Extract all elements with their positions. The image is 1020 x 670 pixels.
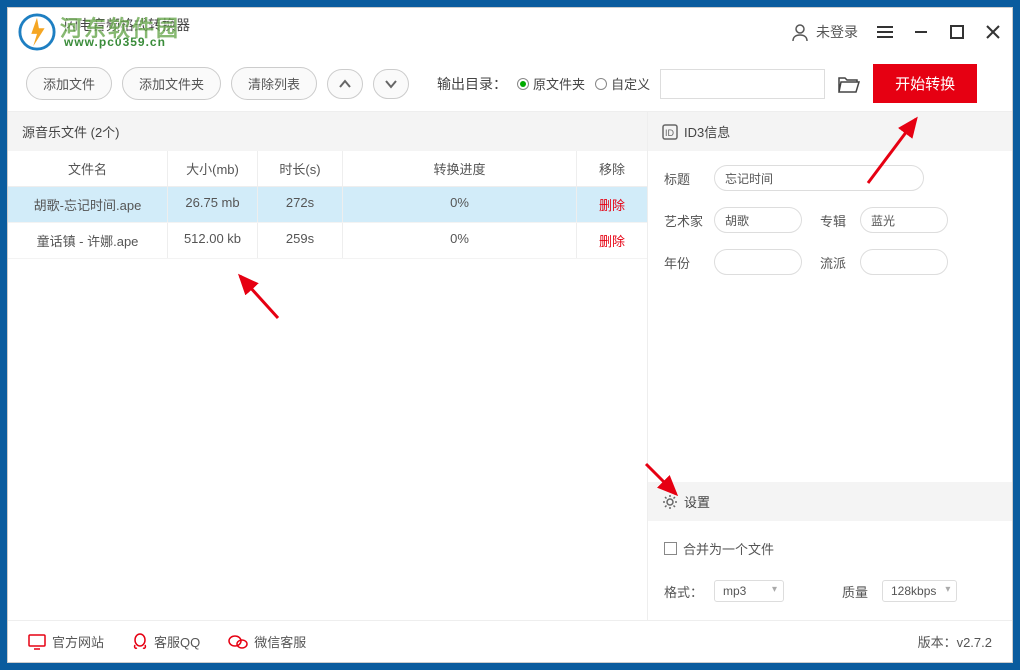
login-button[interactable]: 未登录	[790, 22, 858, 42]
table-header: 文件名 大小(mb) 时长(s) 转换进度 移除	[8, 151, 647, 187]
quality-select[interactable]: 128kbps	[882, 580, 957, 602]
col-progress: 转换进度	[343, 151, 577, 186]
wechat-link[interactable]: 微信客服	[228, 632, 306, 651]
col-size: 大小(mb)	[168, 151, 258, 186]
svg-text:ID: ID	[665, 128, 675, 138]
login-label: 未登录	[816, 22, 858, 42]
checkbox-icon	[664, 542, 677, 555]
quality-label: 质量	[842, 582, 874, 601]
cell-progress: 0%	[343, 187, 577, 222]
delete-button[interactable]: 删除	[577, 187, 647, 222]
format-label: 格式：	[664, 582, 706, 601]
table-row[interactable]: 童话镇 - 许娜.ape 512.00 kb 259s 0% 删除	[8, 223, 647, 259]
artist-label: 艺术家	[664, 211, 706, 230]
browse-folder-button[interactable]	[835, 70, 863, 98]
chevron-up-icon	[338, 79, 352, 89]
close-icon	[986, 25, 1000, 39]
radio-icon	[517, 78, 529, 90]
title-bar: 河东软件园 闪电音频格式转换器 www.pc0359.cn 未登录	[8, 8, 1012, 56]
radio-icon	[595, 78, 607, 90]
qq-icon	[132, 633, 148, 651]
id3-section-header: ID ID3信息	[648, 112, 1012, 151]
minimize-button[interactable]	[912, 23, 930, 41]
minimize-icon	[914, 25, 928, 39]
right-pane: ID ID3信息 标题 艺术家 专辑 年份 流派	[648, 112, 1012, 620]
main-content: 源音乐文件 (2个) 文件名 大小(mb) 时长(s) 转换进度 移除 胡歌-忘…	[8, 112, 1012, 620]
col-dur: 时长(s)	[258, 151, 343, 186]
wechat-icon	[228, 634, 248, 650]
title-input[interactable]	[714, 165, 924, 191]
settings-section-header: 设置	[648, 482, 1012, 521]
cell-size: 26.75 mb	[168, 187, 258, 222]
move-down-button[interactable]	[373, 69, 409, 99]
album-label: 专辑	[820, 211, 852, 230]
version-label: 版本：v2.7.2	[918, 632, 992, 651]
artist-input[interactable]	[714, 207, 802, 233]
id3-form: 标题 艺术家 专辑 年份 流派	[648, 151, 1012, 289]
app-window: 河东软件园 闪电音频格式转换器 www.pc0359.cn 未登录 添加文件 添…	[7, 7, 1013, 663]
year-input[interactable]	[714, 249, 802, 275]
move-up-button[interactable]	[327, 69, 363, 99]
settings-form: 合并为一个文件 格式： mp3 质量 128kbps	[648, 521, 1012, 620]
start-convert-button[interactable]: 开始转换	[873, 64, 977, 103]
add-file-button[interactable]: 添加文件	[26, 67, 112, 100]
genre-input[interactable]	[860, 249, 948, 275]
cell-dur: 259s	[258, 223, 343, 258]
output-path-input[interactable]	[660, 69, 825, 99]
folder-open-icon	[837, 74, 861, 94]
gear-icon	[662, 494, 678, 510]
cell-progress: 0%	[343, 223, 577, 258]
radio-original-folder[interactable]: 原文件夹	[517, 74, 585, 93]
watermark-text: 河东软件园	[60, 11, 180, 43]
maximize-button[interactable]	[948, 23, 966, 41]
app-logo	[18, 13, 56, 51]
output-dir-label: 输出目录：	[437, 74, 507, 94]
col-delete: 移除	[577, 151, 647, 186]
monitor-icon	[28, 634, 46, 650]
toolbar: 添加文件 添加文件夹 清除列表 输出目录： 原文件夹 自定义 开始转换	[8, 56, 1012, 112]
clear-list-button[interactable]: 清除列表	[231, 67, 317, 100]
id-icon: ID	[662, 124, 678, 140]
add-folder-button[interactable]: 添加文件夹	[122, 67, 221, 100]
close-button[interactable]	[984, 23, 1002, 41]
file-list-title: 源音乐文件 (2个)	[8, 112, 647, 151]
genre-label: 流派	[820, 253, 852, 272]
user-icon	[790, 22, 810, 42]
merge-checkbox-row[interactable]: 合并为一个文件	[664, 539, 996, 558]
official-site-link[interactable]: 官方网站	[28, 632, 104, 651]
cell-name: 胡歌-忘记时间.ape	[8, 187, 168, 222]
hamburger-icon	[876, 25, 894, 39]
delete-button[interactable]: 删除	[577, 223, 647, 258]
album-input[interactable]	[860, 207, 948, 233]
title-label: 标题	[664, 169, 706, 188]
maximize-icon	[950, 25, 964, 39]
cell-name: 童话镇 - 许娜.ape	[8, 223, 168, 258]
chevron-down-icon	[384, 79, 398, 89]
format-select[interactable]: mp3	[714, 580, 784, 602]
footer: 官方网站 客服QQ 微信客服 版本：v2.7.2	[8, 620, 1012, 662]
table-row[interactable]: 胡歌-忘记时间.ape 26.75 mb 272s 0% 删除	[8, 187, 647, 223]
cell-size: 512.00 kb	[168, 223, 258, 258]
year-label: 年份	[664, 253, 706, 272]
cell-dur: 272s	[258, 187, 343, 222]
file-list-pane: 源音乐文件 (2个) 文件名 大小(mb) 时长(s) 转换进度 移除 胡歌-忘…	[8, 112, 648, 620]
menu-button[interactable]	[876, 23, 894, 41]
col-name: 文件名	[8, 151, 168, 186]
qq-link[interactable]: 客服QQ	[132, 632, 200, 651]
merge-label: 合并为一个文件	[683, 539, 774, 558]
radio-custom-folder[interactable]: 自定义	[595, 74, 650, 93]
